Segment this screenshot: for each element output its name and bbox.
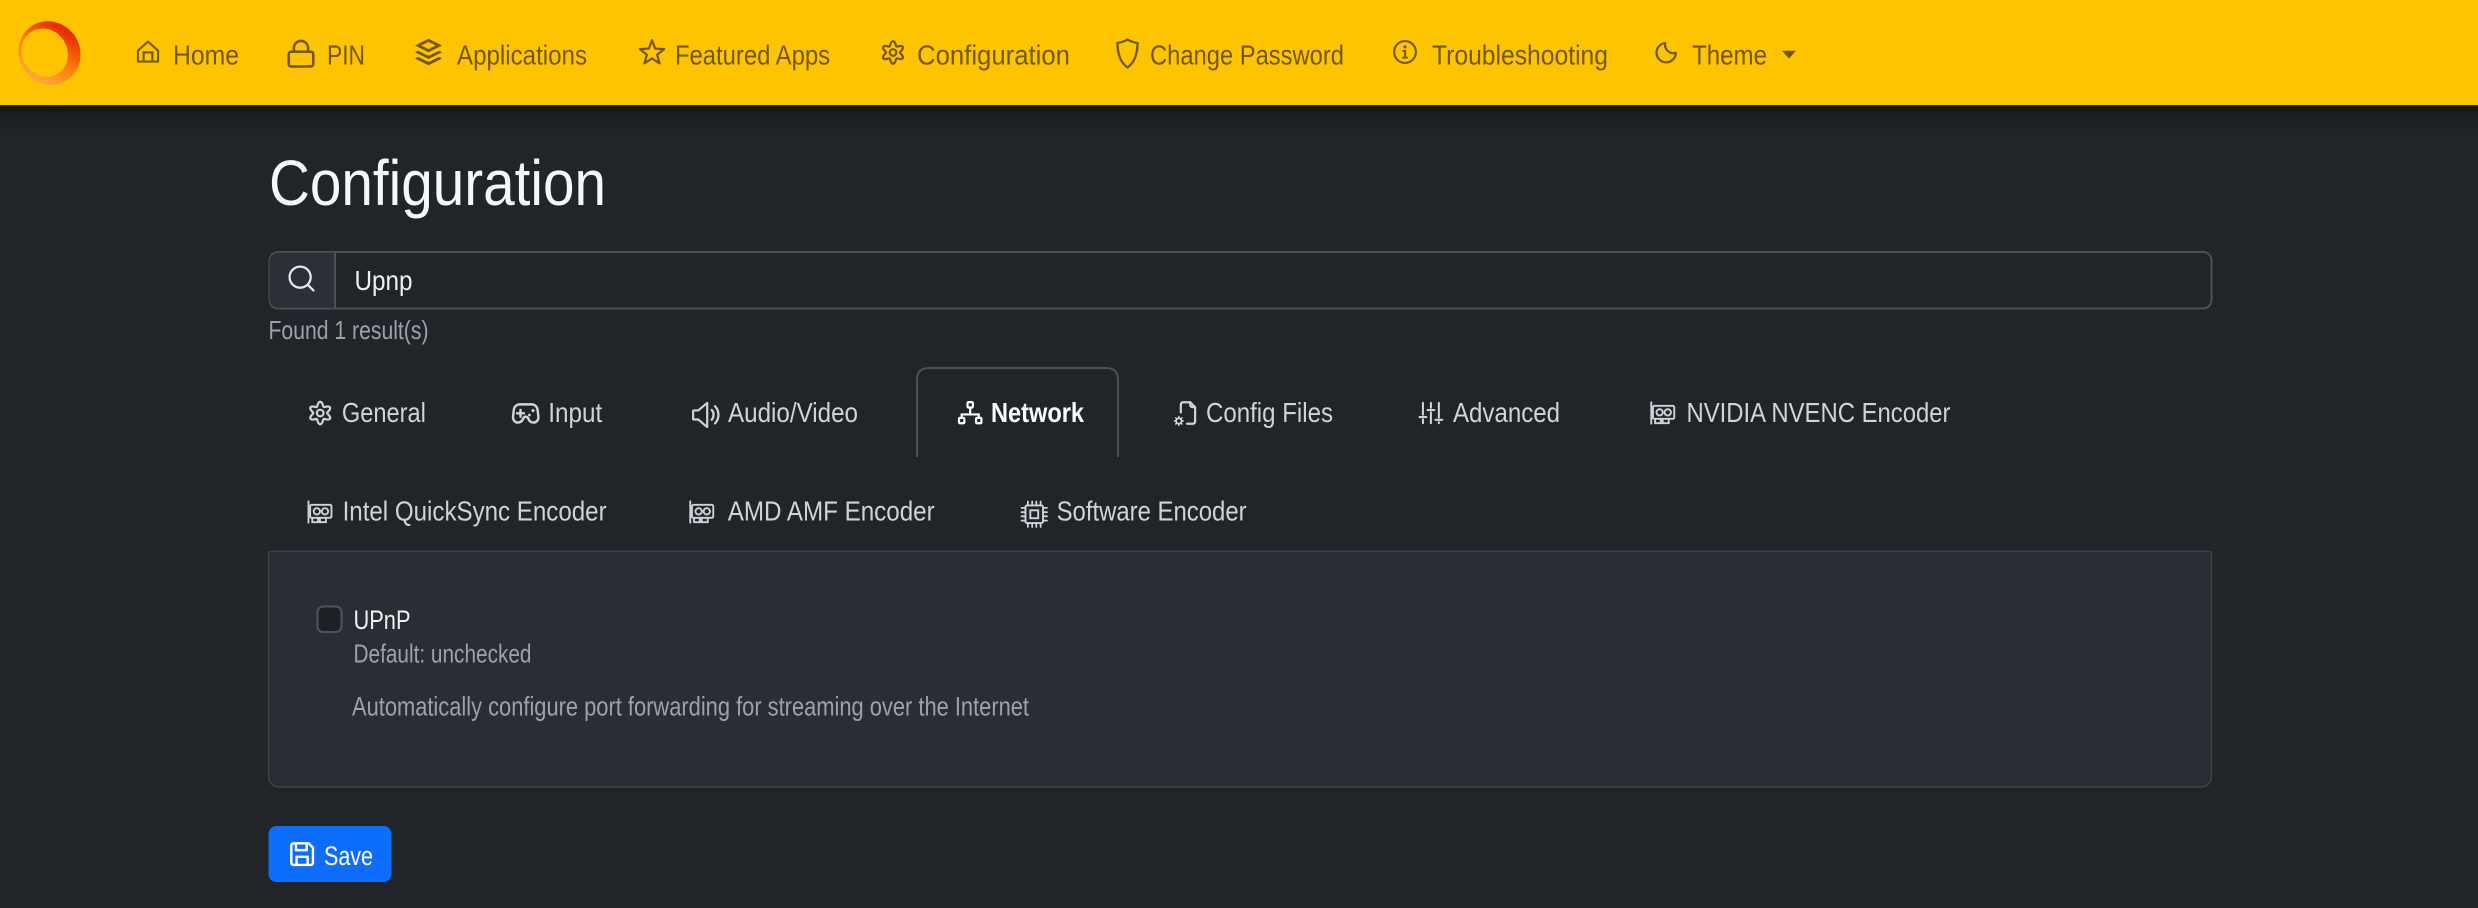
svg-text:Audio/Video: Audio/Video — [728, 397, 858, 428]
svg-text:Troubleshooting: Troubleshooting — [1432, 40, 1608, 71]
svg-text:Found 1 result(s): Found 1 result(s) — [269, 315, 429, 345]
svg-text:Default: unchecked: Default: unchecked — [354, 639, 532, 669]
svg-text:General: General — [342, 397, 426, 428]
svg-text:Automatically configure port f: Automatically configure port forwarding … — [352, 692, 1029, 722]
svg-text:Software Encoder: Software Encoder — [1057, 496, 1247, 527]
svg-text:Applications: Applications — [457, 40, 587, 71]
svg-text:Save: Save — [324, 841, 373, 871]
svg-text:Advanced: Advanced — [1453, 397, 1560, 428]
svg-text:Input: Input — [548, 397, 602, 428]
svg-text:NVIDIA NVENC Encoder: NVIDIA NVENC Encoder — [1687, 397, 1951, 428]
svg-text:Featured Apps: Featured Apps — [675, 40, 830, 71]
svg-text:Config Files: Config Files — [1206, 397, 1333, 428]
svg-text:Home: Home — [173, 40, 239, 71]
svg-text:AMD AMF Encoder: AMD AMF Encoder — [728, 496, 935, 527]
svg-text:Network: Network — [991, 397, 1084, 428]
svg-text:Intel QuickSync Encoder: Intel QuickSync Encoder — [343, 496, 607, 527]
svg-text:Configuration: Configuration — [917, 40, 1070, 71]
svg-text:PIN: PIN — [327, 40, 365, 71]
svg-text:Upnp: Upnp — [355, 265, 413, 296]
svg-text:Configuration: Configuration — [269, 147, 606, 219]
svg-text:Change Password: Change Password — [1150, 40, 1344, 71]
svg-text:UPnP: UPnP — [354, 605, 411, 635]
svg-text:Theme: Theme — [1692, 40, 1767, 71]
